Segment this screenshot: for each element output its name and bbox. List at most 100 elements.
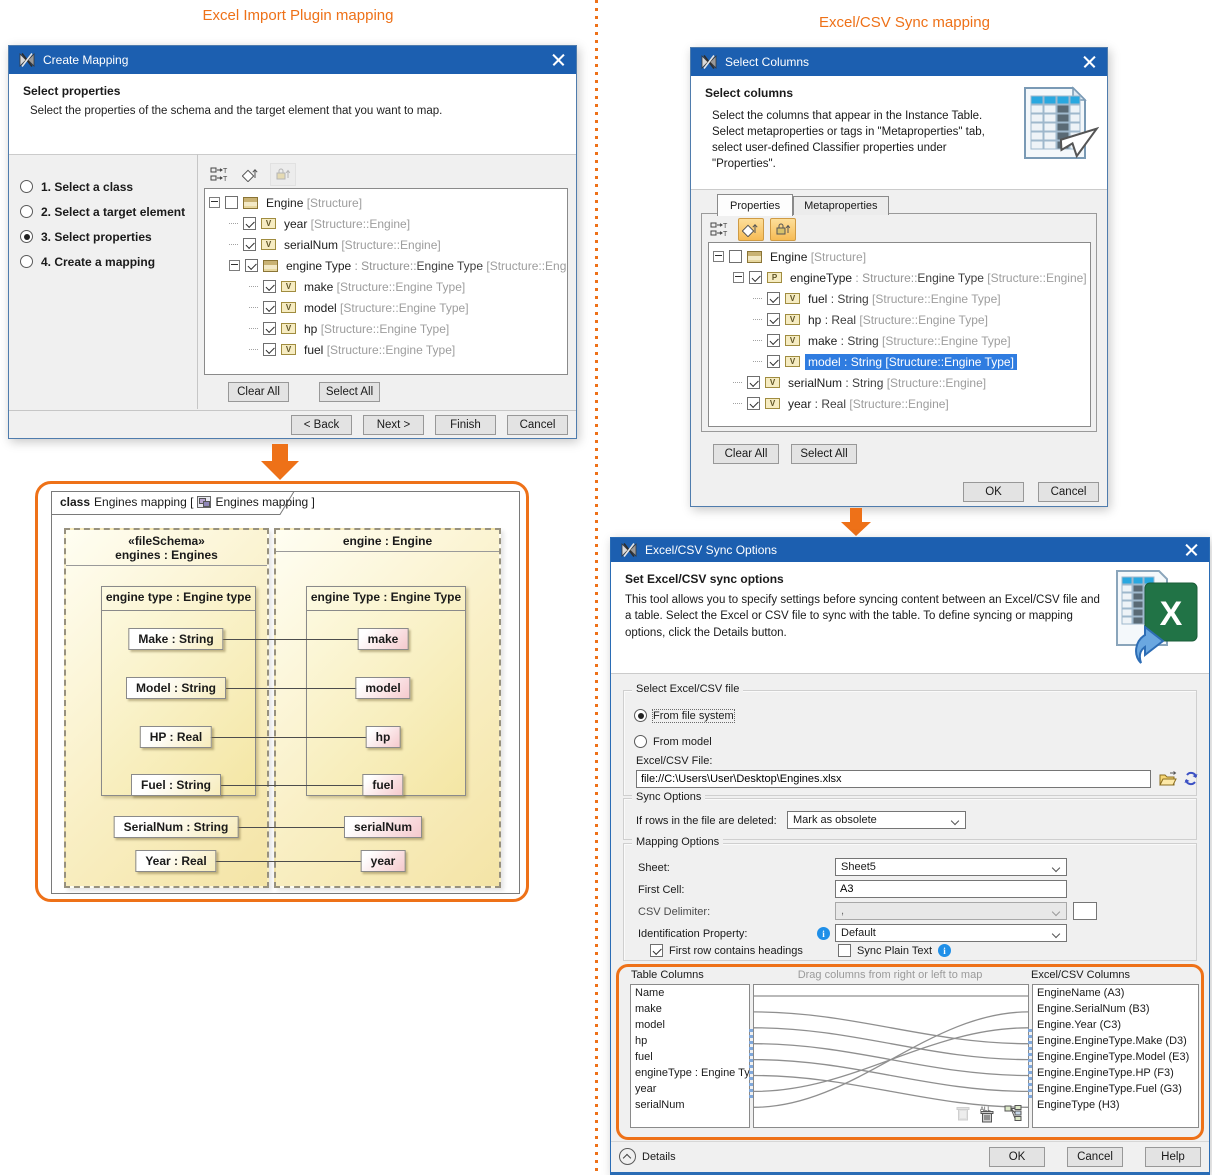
list-item[interactable]: Engine.SerialNum (B3)	[1033, 1003, 1198, 1019]
schema-property-box[interactable]: Model : String	[126, 677, 226, 699]
tree-row[interactable]: PengineType : Structure::Engine Type [St…	[709, 267, 1090, 288]
checkbox[interactable]	[245, 259, 258, 272]
excel-columns-list[interactable]: EngineName (A3) Engine.SerialNum (B3) Engi…	[1032, 984, 1199, 1128]
cancel-button[interactable]: Cancel	[1038, 482, 1099, 502]
details-toggle[interactable]: Details	[619, 1148, 676, 1165]
from-file-system-label[interactable]: From file system	[652, 708, 735, 723]
right-drag-handle[interactable]	[1028, 1029, 1032, 1099]
show-types-icon[interactable]: T T	[706, 218, 732, 241]
checkbox[interactable]	[747, 397, 760, 410]
help-button[interactable]: Help	[1145, 1146, 1201, 1167]
sync-plain-text-checkbox[interactable]	[838, 944, 851, 957]
tree-row[interactable]: Vfuel [Structure::Engine Type]	[205, 339, 567, 360]
list-item[interactable]: EngineName (A3)	[1033, 987, 1198, 1003]
next-button[interactable]: Next >	[363, 414, 424, 435]
checkbox[interactable]	[263, 343, 276, 356]
tree-row[interactable]: Vhp [Structure::Engine Type]	[205, 318, 567, 339]
schema-property-box[interactable]: Fuel : String	[131, 774, 221, 796]
ok-button[interactable]: OK	[989, 1146, 1045, 1167]
checkbox[interactable]	[767, 355, 780, 368]
mapping-line[interactable]	[753, 1027, 1029, 1061]
tree-row[interactable]: Vhp : Real [Structure::Engine Type]	[709, 309, 1090, 330]
checkbox[interactable]	[243, 217, 256, 230]
radio-icon[interactable]	[20, 205, 33, 218]
tree-row[interactable]: Vmake [Structure::Engine Type]	[205, 276, 567, 297]
info-icon[interactable]: i	[938, 944, 952, 957]
list-item[interactable]: hp	[631, 1035, 749, 1051]
mapping-line[interactable]	[753, 1011, 1029, 1108]
wizard-step[interactable]: 1. Select a class	[9, 174, 197, 199]
titlebar[interactable]: Excel/CSV Sync Options	[611, 538, 1209, 562]
list-item[interactable]: model	[631, 1019, 749, 1035]
close-icon[interactable]	[552, 53, 566, 67]
locked-properties-icon[interactable]	[270, 162, 296, 186]
tree-row[interactable]: VserialNum : String [Structure::Engine]	[709, 372, 1090, 393]
engine-property-box[interactable]: model	[355, 677, 411, 699]
tree-row[interactable]: Vyear : Real [Structure::Engine]	[709, 393, 1090, 414]
wizard-step[interactable]: 4. Create a mapping	[9, 249, 197, 274]
checkbox[interactable]	[729, 250, 742, 263]
tab-metaproperties[interactable]: Metaproperties	[793, 196, 889, 215]
refresh-icon[interactable]	[1183, 770, 1199, 787]
tree-row[interactable]: Engine [Structure]	[709, 246, 1090, 267]
radio-icon[interactable]	[20, 255, 33, 268]
radio-icon[interactable]	[20, 180, 33, 193]
from-model-radio[interactable]	[634, 735, 647, 748]
expander-icon[interactable]	[229, 260, 240, 271]
checkbox[interactable]	[225, 196, 238, 209]
tab-properties[interactable]: Properties	[717, 194, 794, 216]
tree-row[interactable]: engine Type : Structure::Engine Type [St…	[205, 255, 567, 276]
checkbox[interactable]	[243, 238, 256, 251]
ok-button[interactable]: OK	[963, 482, 1024, 502]
first-cell-input[interactable]	[835, 880, 1067, 898]
expander-icon[interactable]	[209, 197, 220, 208]
inherited-properties-icon[interactable]	[238, 163, 264, 186]
checkbox[interactable]	[263, 301, 276, 314]
radio-icon[interactable]	[20, 230, 33, 243]
list-item[interactable]: Engine.EngineType.Fuel (G3)	[1033, 1083, 1198, 1099]
titlebar[interactable]: Create Mapping	[9, 46, 576, 74]
checkbox[interactable]	[263, 322, 276, 335]
engine-property-box[interactable]: fuel	[362, 774, 404, 796]
custom-delimiter-input[interactable]	[1073, 902, 1097, 920]
first-row-headings-checkbox[interactable]	[650, 944, 663, 957]
auto-map-icon[interactable]	[1004, 1105, 1022, 1121]
checkbox[interactable]	[767, 292, 780, 305]
wizard-step[interactable]: 2. Select a target element	[9, 199, 197, 224]
file-path-input[interactable]	[636, 770, 1151, 788]
engine-property-box[interactable]: year	[360, 850, 406, 872]
list-item[interactable]: Name	[631, 987, 749, 1003]
close-icon[interactable]	[1185, 543, 1199, 557]
tree-row[interactable]: Vfuel : String [Structure::Engine Type]	[709, 288, 1090, 309]
expander-icon[interactable]	[733, 272, 744, 283]
schema-property-box[interactable]: SerialNum : String	[113, 816, 239, 838]
list-item[interactable]: EngineType (H3)	[1033, 1099, 1198, 1115]
titlebar[interactable]: Select Columns	[691, 48, 1107, 76]
mapping-line[interactable]	[753, 1058, 1029, 1093]
list-item[interactable]: engineType : Engine Type	[631, 1067, 749, 1083]
from-model-label[interactable]: From model	[653, 736, 712, 748]
tree-row[interactable]: Vyear [Structure::Engine]	[205, 213, 567, 234]
sync-plain-text-label[interactable]: Sync Plain Text	[857, 945, 932, 957]
checkbox[interactable]	[767, 313, 780, 326]
select-all-button[interactable]: Select All	[791, 444, 857, 464]
left-drag-handle[interactable]	[749, 1029, 753, 1099]
first-row-headings-label[interactable]: First row contains headings	[669, 945, 803, 957]
info-icon[interactable]: i	[817, 927, 830, 940]
expander-icon[interactable]	[713, 251, 724, 262]
tree-row[interactable]: VserialNum [Structure::Engine]	[205, 234, 567, 255]
schema-property-box[interactable]: Year : Real	[135, 850, 217, 872]
engine-property-box[interactable]: hp	[365, 726, 401, 748]
checkbox[interactable]	[767, 334, 780, 347]
schema-property-box[interactable]: HP : Real	[139, 726, 213, 748]
engine-property-box[interactable]: make	[357, 628, 409, 650]
list-item[interactable]: Engine.EngineType.Make (D3)	[1033, 1035, 1198, 1051]
cancel-button[interactable]: Cancel	[507, 414, 568, 435]
list-item[interactable]: year	[631, 1083, 749, 1099]
list-item[interactable]: make	[631, 1003, 749, 1019]
checkbox[interactable]	[747, 376, 760, 389]
identification-dropdown[interactable]: Default	[835, 924, 1067, 942]
table-columns-list[interactable]: Name make model hp fuel engineType : Engine T…	[630, 984, 750, 1128]
checkbox[interactable]	[263, 280, 276, 293]
select-all-button[interactable]: Select All	[319, 382, 380, 402]
